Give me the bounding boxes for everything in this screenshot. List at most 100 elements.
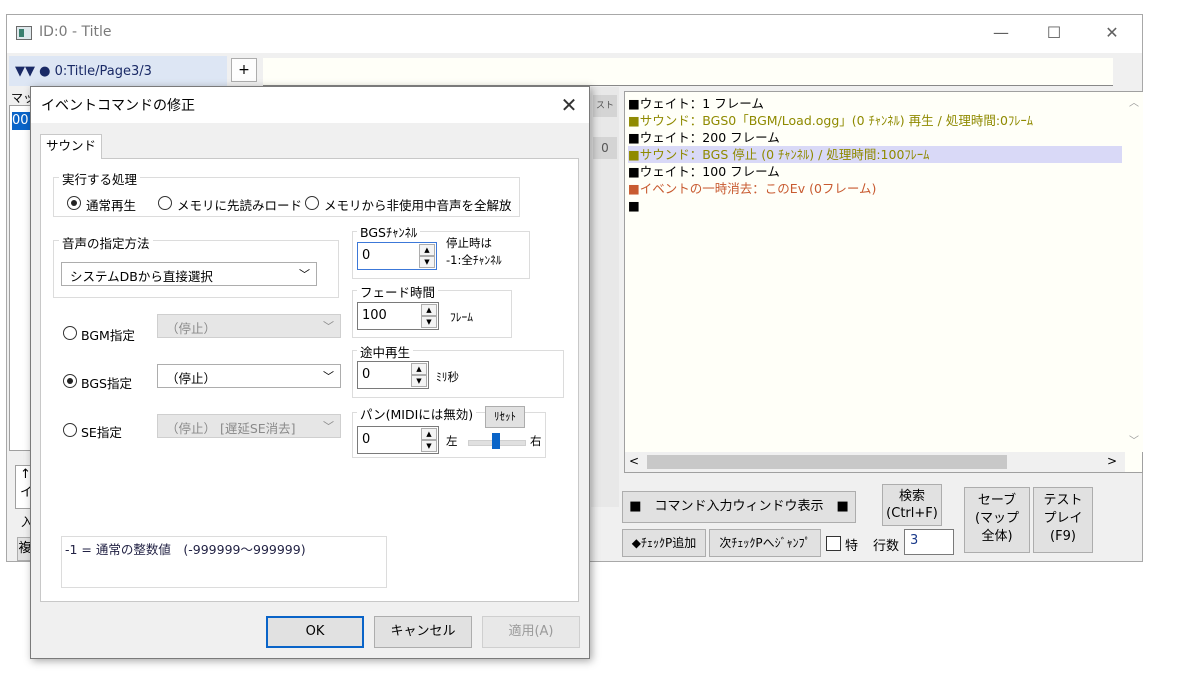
- event-line[interactable]: ■ウェイト：200 フレーム: [628, 129, 1122, 146]
- maximize-icon[interactable]: ☐: [1039, 23, 1069, 45]
- add-checkpoint-button[interactable]: ◆ﾁｪｯｸP追加: [622, 529, 706, 557]
- scroll-up-icon[interactable]: ︿: [1129, 94, 1139, 109]
- preload-radio[interactable]: [158, 196, 172, 210]
- method-select[interactable]: システムDBから直接選択 ﹀: [61, 262, 317, 286]
- spin-down-icon[interactable]: ▼: [411, 375, 427, 387]
- special-label: 特: [845, 539, 859, 554]
- test-fragment[interactable]: スト: [593, 95, 617, 117]
- dialog-close-icon[interactable]: ✕: [555, 91, 583, 119]
- pan-reset-button[interactable]: ﾘｾｯﾄ: [485, 406, 525, 428]
- left-misc-b: イ: [20, 485, 34, 500]
- midway-input[interactable]: 0 ▲ ▼: [357, 361, 429, 389]
- cancel-button[interactable]: キャンセル: [374, 616, 472, 648]
- minimize-icon[interactable]: —: [986, 23, 1016, 45]
- bgs-select-value: （停止）: [166, 371, 217, 386]
- command-window-button[interactable]: ■ コマンド入力ウィンドウ表示 ■: [622, 491, 856, 523]
- window-title: ID:0 - Title: [39, 24, 112, 40]
- spin-up-icon[interactable]: ▲: [411, 363, 427, 375]
- normal-play-radio[interactable]: [67, 196, 81, 210]
- bgs-radio[interactable]: [63, 374, 77, 388]
- midway-value: 0: [362, 367, 371, 382]
- horizontal-scrollbar[interactable]: < >: [625, 452, 1125, 472]
- main-titlebar: ID:0 - Title — ☐ ✕: [7, 15, 1142, 53]
- spin-down-icon[interactable]: ▼: [421, 440, 437, 452]
- process-group-label: 実行する処理: [59, 169, 141, 188]
- dialog-titlebar: イベントコマンドの修正 ✕: [31, 87, 589, 123]
- rows-label: 行数: [873, 539, 900, 554]
- page-tree-path[interactable]: ▼▼ ● 0:Title/Page3/3: [15, 64, 152, 79]
- test-play-button[interactable]: テスト プレイ (F9): [1033, 487, 1093, 553]
- apply-button: 適用(A): [482, 616, 580, 648]
- bgm-select-value: （停止）: [166, 321, 217, 336]
- method-select-value: システムDBから直接選択: [70, 269, 213, 284]
- se-select-value: （停止） [遅延SE消去]: [166, 421, 296, 436]
- zero-fragment: 0: [593, 137, 617, 159]
- tab-sound[interactable]: サウンド: [40, 134, 102, 159]
- event-command-list[interactable]: ■ウェイト：1 フレーム ■サウンド：BGS0「BGM/Load.ogg」(0 ﾁ…: [624, 91, 1143, 473]
- help-memo: -1 = 通常の整数値 (-999999〜999999): [61, 536, 387, 588]
- next-checkpoint-button[interactable]: 次ﾁｪｯｸPへｼﾞｬﾝﾌﾟ: [709, 529, 821, 557]
- page-tree-bar[interactable]: ▼▼ ● 0:Title/Page3/3: [9, 56, 227, 86]
- release-radio[interactable]: [305, 196, 319, 210]
- se-select: （停止） [遅延SE消去] ﹀: [157, 414, 341, 438]
- se-radio[interactable]: [63, 423, 77, 437]
- bgm-label[interactable]: BGM指定: [81, 325, 135, 344]
- se-label[interactable]: SE指定: [81, 422, 122, 441]
- spin-down-icon[interactable]: ▼: [421, 316, 437, 328]
- event-line[interactable]: ■ウェイト：1 フレーム: [628, 95, 1122, 112]
- method-group-label: 音声の指定方法: [59, 233, 153, 252]
- scroll-down-icon[interactable]: ﹀: [1129, 432, 1139, 447]
- midway-label: 途中再生: [357, 342, 414, 361]
- fade-input[interactable]: 100 ▲ ▼: [357, 302, 439, 330]
- pan-right-label: 右: [530, 434, 542, 448]
- vertical-scrollbar[interactable]: ︿ ﹀: [1125, 92, 1143, 452]
- bgm-radio[interactable]: [63, 326, 77, 340]
- ok-button[interactable]: OK: [266, 616, 364, 648]
- close-icon[interactable]: ✕: [1097, 23, 1127, 45]
- event-line[interactable]: ■: [628, 197, 1122, 214]
- stop-note: 停止時は -1:全ﾁｬﾝﾈﾙ: [446, 236, 502, 267]
- rows-input[interactable]: 3: [904, 529, 954, 555]
- left-misc-box: ↑ イ: [15, 465, 34, 509]
- scroll-right-icon[interactable]: >: [1107, 454, 1117, 468]
- fade-label: フェード時間: [357, 282, 439, 301]
- bgs-label[interactable]: BGS指定: [81, 373, 132, 392]
- special-checkbox[interactable]: [826, 536, 841, 551]
- edit-command-dialog: イベントコマンドの修正 ✕ サウンド 実行する処理 通常再生 メモリに先読みロー…: [30, 86, 590, 659]
- fade-unit: ﾌﾚｰﾑ: [450, 310, 473, 324]
- midway-unit: ﾐﾘ秒: [436, 370, 459, 384]
- chevron-down-icon: ﹀: [299, 268, 310, 281]
- chevron-down-icon: ﹀: [323, 370, 334, 383]
- event-line[interactable]: ■サウンド：BGS 停止 (0 ﾁｬﾝﾈﾙ) / 処理時間:100ﾌﾚｰﾑ: [628, 146, 1122, 163]
- normal-play-label[interactable]: 通常再生: [86, 195, 136, 214]
- spin-up-icon[interactable]: ▲: [421, 428, 437, 440]
- bgs-channel-label: BGSﾁｬﾝﾈﾙ: [357, 222, 421, 241]
- scroll-left-icon[interactable]: <: [629, 454, 639, 468]
- left-misc-a: ↑: [20, 467, 31, 482]
- release-label[interactable]: メモリから非使用中音声を全解放: [324, 195, 512, 214]
- save-button[interactable]: セーブ (マップ 全体): [964, 487, 1030, 553]
- pan-input[interactable]: 0 ▲ ▼: [357, 426, 439, 454]
- pan-label: パン(MIDIには無効): [357, 404, 477, 423]
- spin-down-icon[interactable]: ▼: [419, 256, 435, 268]
- preload-label[interactable]: メモリに先読みロード: [177, 195, 302, 214]
- bgs-channel-value: 0: [362, 248, 371, 263]
- app-icon: [16, 26, 32, 40]
- page-tab-strip: [263, 58, 1113, 86]
- bgm-select: （停止） ﹀: [157, 314, 341, 338]
- event-line[interactable]: ■サウンド：BGS0「BGM/Load.ogg」(0 ﾁｬﾝﾈﾙ) 再生 / 処…: [628, 112, 1122, 129]
- event-line[interactable]: ■イベントの一時消去：このEv (0フレーム): [628, 180, 1122, 197]
- horizontal-scroll-thumb[interactable]: [647, 455, 1007, 469]
- event-line[interactable]: ■ウェイト：100 フレーム: [628, 163, 1122, 180]
- chevron-down-icon: ﹀: [323, 420, 334, 433]
- chevron-down-icon: ﹀: [323, 320, 334, 333]
- bgs-select[interactable]: （停止） ﹀: [157, 364, 341, 388]
- pan-left-label: 左: [446, 434, 458, 448]
- pan-slider-thumb[interactable]: [492, 433, 500, 449]
- dialog-title: イベントコマンドの修正: [41, 98, 195, 114]
- spin-up-icon[interactable]: ▲: [421, 304, 437, 316]
- spin-up-icon[interactable]: ▲: [419, 244, 435, 256]
- search-button[interactable]: 検索 (Ctrl+F): [882, 484, 942, 526]
- bgs-channel-input[interactable]: 0 ▲ ▼: [357, 242, 437, 270]
- add-page-button[interactable]: +: [231, 58, 257, 82]
